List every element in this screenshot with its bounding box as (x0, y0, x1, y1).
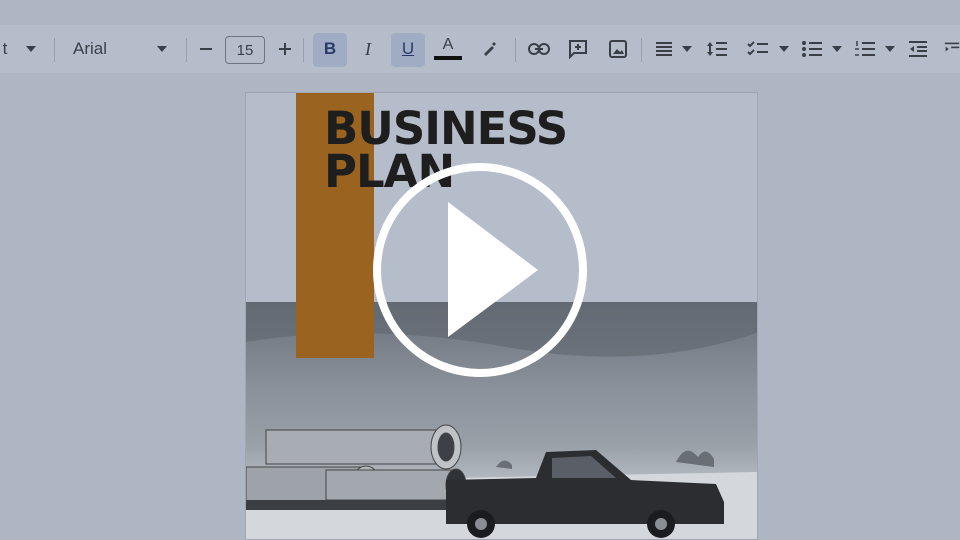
add-comment-icon[interactable] (566, 25, 590, 73)
toolbar-divider (54, 38, 55, 62)
font-size-input[interactable]: 15 (225, 36, 265, 64)
toolbar-divider (641, 38, 642, 62)
toolbar-divider (515, 38, 516, 62)
align-icon[interactable] (652, 25, 676, 73)
font-caret-down-icon[interactable] (154, 25, 170, 73)
bulleted-caret-down-icon[interactable] (830, 25, 844, 73)
bold-icon[interactable]: B (313, 25, 347, 73)
increase-indent-icon[interactable] (944, 25, 960, 73)
align-caret-down-icon[interactable] (680, 25, 694, 73)
link-icon[interactable] (527, 25, 551, 73)
style-caret-down-icon[interactable] (23, 25, 39, 73)
numbered-caret-down-icon[interactable] (883, 25, 897, 73)
line-spacing-icon[interactable] (705, 25, 729, 73)
toolbar-divider (186, 38, 187, 62)
underline-icon[interactable]: U (391, 25, 425, 73)
text-color-letter: A (442, 35, 454, 53)
play-icon[interactable] (372, 162, 588, 378)
title-line-1: BUSINESS (324, 102, 568, 155)
formatting-toolbar: t Arial 15 B I U A (0, 25, 960, 73)
toolbar-divider (303, 38, 304, 62)
font-style-label[interactable]: t (0, 25, 10, 73)
decrease-indent-icon[interactable] (906, 25, 930, 73)
italic-icon[interactable]: I (353, 25, 383, 73)
plus-icon[interactable] (275, 25, 295, 73)
text-color-swatch (434, 55, 462, 60)
font-name-select[interactable]: Arial (73, 25, 107, 73)
minus-icon[interactable] (196, 25, 216, 73)
checklist-icon[interactable] (746, 25, 770, 73)
checklist-caret-down-icon[interactable] (777, 25, 791, 73)
highlight-pen-icon[interactable] (478, 25, 500, 73)
insert-image-icon[interactable] (606, 25, 630, 73)
text-color-icon[interactable]: A (434, 25, 462, 73)
numbered-list-icon[interactable] (853, 25, 877, 73)
bulleted-list-icon[interactable] (800, 25, 824, 73)
pipe-stack (246, 424, 467, 503)
